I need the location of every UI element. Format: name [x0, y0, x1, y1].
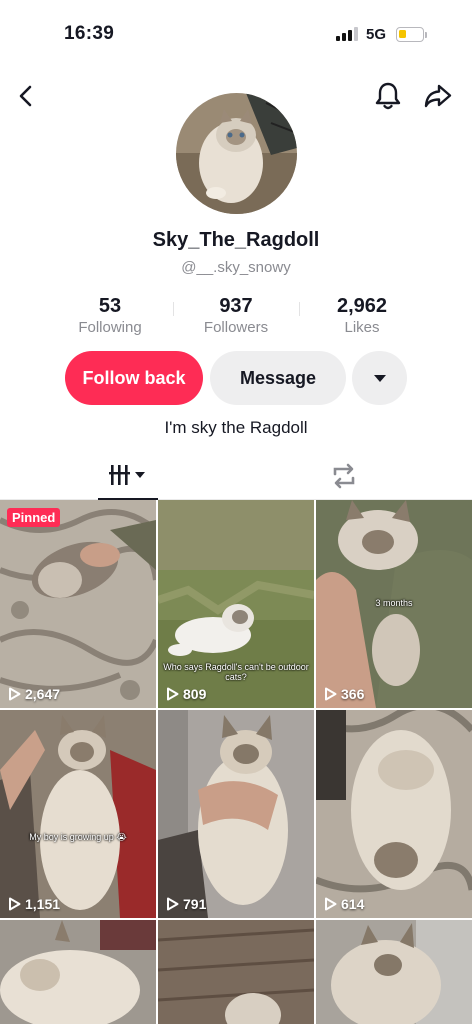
play-outline-icon — [167, 687, 179, 701]
status-time: 16:39 — [64, 23, 115, 44]
follow-back-button[interactable]: Follow back — [65, 351, 203, 405]
play-outline-icon — [325, 897, 337, 911]
view-count: 809 — [166, 686, 206, 702]
username: @__.sky_snowy — [181, 259, 291, 276]
play-outline-icon — [9, 897, 21, 911]
signal-icon — [336, 27, 360, 41]
tab-reposts[interactable] — [314, 452, 374, 500]
view-count-label: 1,151 — [25, 896, 61, 912]
video-caption: Who says Ragdoll's can't be outdoor cats… — [163, 662, 309, 682]
view-count: 2,647 — [8, 686, 60, 702]
following-label: Following — [78, 319, 142, 336]
battery-icon — [396, 27, 424, 42]
video-caption: My boy is growing up 😭 — [29, 832, 127, 842]
video-thumbnail[interactable]: 3 months 366 — [316, 500, 472, 708]
network-label: 5G — [366, 26, 387, 43]
pinned-badge: Pinned — [7, 508, 61, 527]
view-count-label: 366 — [341, 686, 365, 702]
followers-count: 937 — [219, 295, 253, 317]
play-outline-icon — [167, 897, 179, 911]
video-grid: Pinned 2,647 Who says Ragdoll's can't be… — [0, 500, 472, 1024]
video-thumbnail[interactable] — [158, 920, 314, 1024]
video-thumbnail[interactable]: Pinned 2,647 — [0, 500, 156, 708]
notification-button[interactable] — [370, 78, 406, 114]
grid-bars-icon — [109, 465, 145, 485]
view-count-label: 2,647 — [25, 686, 61, 702]
view-count-label: 614 — [341, 896, 365, 912]
video-thumbnail[interactable]: 791 — [158, 710, 314, 918]
play-outline-icon — [9, 687, 21, 701]
video-thumbnail[interactable]: Who says Ragdoll's can't be outdoor cats… — [158, 500, 314, 708]
chevron-left-icon — [19, 85, 32, 107]
view-count: 366 — [324, 686, 364, 702]
video-thumbnail[interactable] — [0, 920, 156, 1024]
followers-label: Followers — [203, 319, 269, 336]
message-button[interactable]: Message — [210, 351, 346, 405]
following-count: 53 — [98, 295, 122, 317]
bell-icon — [375, 82, 401, 110]
share-arrow-icon — [424, 84, 452, 108]
stat-likes[interactable]: 2,962 Likes — [307, 294, 417, 338]
status-bar: 16:39 5G — [0, 0, 472, 70]
likes-count: 2,962 — [336, 295, 388, 317]
play-outline-icon — [325, 687, 337, 701]
repost-icon — [333, 463, 355, 489]
profile-avatar[interactable] — [176, 93, 297, 214]
video-thumbnail[interactable] — [316, 920, 472, 1024]
video-caption: 3 months — [375, 598, 413, 608]
back-button[interactable] — [8, 78, 44, 114]
video-thumbnail[interactable]: 614 — [316, 710, 472, 918]
view-count: 614 — [324, 896, 364, 912]
view-count-label: 791 — [183, 896, 207, 912]
stat-divider — [173, 302, 174, 316]
view-count: 1,151 — [8, 896, 60, 912]
caret-down-icon — [373, 375, 386, 382]
view-count: 791 — [166, 896, 206, 912]
likes-label: Likes — [344, 319, 380, 336]
stat-following[interactable]: 53 Following — [55, 294, 165, 338]
tab-videos[interactable] — [98, 452, 158, 500]
stat-divider — [299, 302, 300, 316]
share-button[interactable] — [420, 78, 456, 114]
profile-bio: I'm sky the Ragdoll — [164, 418, 308, 437]
more-options-button[interactable] — [352, 351, 407, 405]
stat-followers[interactable]: 937 Followers — [181, 294, 291, 338]
view-count-label: 809 — [183, 686, 207, 702]
profile-tabs — [0, 452, 472, 500]
display-name: Sky_The_Ragdoll — [152, 229, 320, 251]
video-thumbnail[interactable]: My boy is growing up 😭 1,151 — [0, 710, 156, 918]
